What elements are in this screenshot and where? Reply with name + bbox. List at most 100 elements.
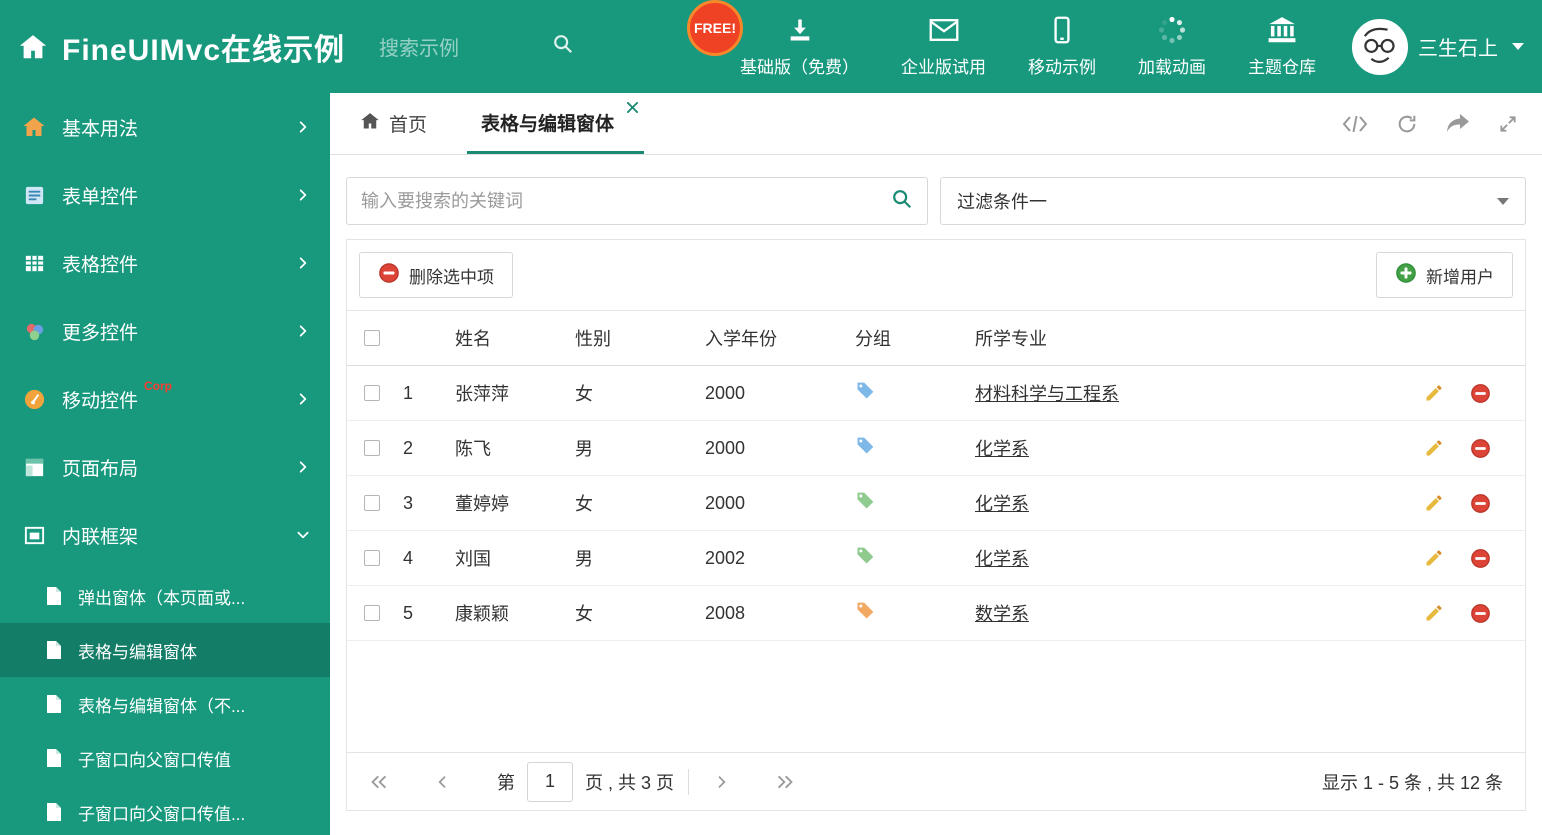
edit-icon[interactable] xyxy=(1424,438,1444,459)
sidebar-item-label: 页面布局 xyxy=(62,458,139,480)
download-icon xyxy=(786,15,814,45)
home-icon[interactable] xyxy=(18,32,48,62)
row-checkbox[interactable] xyxy=(364,495,380,511)
sidebar-subitem-grid-edit-window-2[interactable]: 表格与编辑窗体（不... xyxy=(0,677,330,731)
major-link[interactable]: 化学系 xyxy=(975,494,1029,514)
chevron-right-icon xyxy=(296,120,310,134)
tag-icon[interactable] xyxy=(855,381,875,401)
home-icon xyxy=(360,111,380,137)
major-link[interactable]: 化学系 xyxy=(975,439,1029,459)
page-number-input[interactable] xyxy=(527,761,573,802)
column-header-year: 入学年份 xyxy=(705,329,777,349)
tab-toolbar xyxy=(1342,93,1542,154)
sidebar-subitem-label: 弹出窗体（本页面或... xyxy=(78,588,246,608)
sidebar-item-label: 基本用法 xyxy=(62,118,139,140)
edit-icon[interactable] xyxy=(1424,603,1444,624)
sidebar-item-page-layout[interactable]: 页面布局 xyxy=(0,433,330,501)
column-header-major: 所学专业 xyxy=(975,329,1047,349)
sidebar-item-basic-usage[interactable]: 基本用法 xyxy=(0,93,330,161)
close-icon[interactable] xyxy=(627,102,639,113)
table-row: 4 刘国 男 2002 化学系 xyxy=(347,531,1525,586)
major-link[interactable]: 数学系 xyxy=(975,604,1029,624)
tag-icon[interactable] xyxy=(855,491,875,511)
chevron-right-icon xyxy=(296,188,310,202)
row-checkbox[interactable] xyxy=(364,605,380,621)
cell-year: 2000 xyxy=(705,382,746,403)
search-icon[interactable] xyxy=(891,188,913,215)
fullscreen-icon[interactable] xyxy=(1498,114,1518,134)
sidebar-subitem-label: 表格与编辑窗体（不... xyxy=(78,696,246,716)
edit-icon[interactable] xyxy=(1424,493,1444,514)
tab-home[interactable]: 首页 xyxy=(346,93,441,154)
delete-icon[interactable] xyxy=(1470,548,1491,569)
row-checkbox[interactable] xyxy=(364,385,380,401)
delete-selected-button[interactable]: 删除选中项 xyxy=(359,252,513,298)
major-link[interactable]: 化学系 xyxy=(975,549,1029,569)
sidebar-item-label: 表单控件 xyxy=(62,186,139,208)
delete-icon[interactable] xyxy=(1470,383,1491,404)
header-search[interactable]: 搜索示例 xyxy=(379,32,574,61)
row-checkbox[interactable] xyxy=(364,440,380,456)
nav-loading-animation[interactable]: 加载动画 xyxy=(1138,15,1206,78)
frame-icon xyxy=(20,524,48,547)
row-index: 4 xyxy=(403,547,414,568)
next-page-icon[interactable] xyxy=(713,773,729,791)
delete-icon[interactable] xyxy=(1470,493,1491,514)
source-code-icon[interactable] xyxy=(1342,114,1368,134)
refresh-icon[interactable] xyxy=(1396,113,1418,135)
sidebar-subitem-grid-edit-window[interactable]: 表格与编辑窗体 xyxy=(0,623,330,677)
filter-dropdown[interactable]: 过滤条件一 xyxy=(940,177,1526,225)
table-header-row: 姓名 性别 入学年份 分组 所学专业 xyxy=(347,310,1525,366)
header-nav: 基础版（免费） 企业版试用 移动示例 加载动画 主题仓库 xyxy=(740,15,1316,78)
plus-circle-icon xyxy=(1395,262,1417,289)
nav-enterprise-trial[interactable]: 企业版试用 xyxy=(901,15,986,78)
sidebar-subitem-label: 子窗口向父窗口传值... xyxy=(78,804,246,824)
cell-name: 康颖颖 xyxy=(455,604,509,624)
sidebar-item-iframe[interactable]: 内联框架 xyxy=(0,501,330,569)
last-page-icon[interactable] xyxy=(775,773,795,791)
layout-icon xyxy=(20,456,48,479)
nav-basic-free[interactable]: 基础版（免费） xyxy=(740,15,859,78)
sidebar-item-more-controls[interactable]: 更多控件 xyxy=(0,297,330,365)
select-all-checkbox[interactable] xyxy=(364,330,380,346)
column-header-gender: 性别 xyxy=(575,329,611,349)
free-badge: FREE! xyxy=(687,0,743,56)
keyword-search-input[interactable] xyxy=(361,190,881,212)
sidebar-subitem-child-to-parent-2[interactable]: 子窗口向父窗口传值... xyxy=(0,785,330,835)
nav-label: 企业版试用 xyxy=(901,58,986,77)
tag-icon[interactable] xyxy=(855,436,875,456)
delete-icon[interactable] xyxy=(1470,603,1491,624)
sidebar-item-grid-controls[interactable]: 表格控件 xyxy=(0,229,330,297)
search-icon[interactable] xyxy=(552,33,574,61)
delete-icon[interactable] xyxy=(1470,438,1491,459)
file-icon xyxy=(46,640,66,660)
user-menu[interactable]: 三生石上 xyxy=(1352,18,1524,75)
cell-name: 陈飞 xyxy=(455,439,491,459)
major-link[interactable]: 材料科学与工程系 xyxy=(975,384,1119,404)
tag-icon[interactable] xyxy=(855,601,875,621)
add-user-button[interactable]: 新增用户 xyxy=(1376,252,1513,298)
sidebar-subitem-child-to-parent[interactable]: 子窗口向父窗口传值 xyxy=(0,731,330,785)
share-icon[interactable] xyxy=(1446,113,1470,134)
cell-name: 刘国 xyxy=(455,549,491,569)
sidebar-item-form-controls[interactable]: 表单控件 xyxy=(0,161,330,229)
sidebar-subitem-popup-window[interactable]: 弹出窗体（本页面或... xyxy=(0,569,330,623)
edit-icon[interactable] xyxy=(1424,383,1444,404)
home-icon xyxy=(20,115,48,139)
row-checkbox[interactable] xyxy=(364,550,380,566)
sidebar-item-mobile-controls[interactable]: 移动控件 Corp xyxy=(0,365,330,433)
cell-year: 2008 xyxy=(705,602,746,623)
nav-mobile-demo[interactable]: 移动示例 xyxy=(1028,15,1096,78)
tab-bar: 首页 表格与编辑窗体 xyxy=(330,93,1542,155)
chevron-right-icon xyxy=(296,324,310,338)
first-page-icon[interactable] xyxy=(369,773,389,791)
tab-grid-edit-window[interactable]: 表格与编辑窗体 xyxy=(467,93,645,154)
nav-label: 加载动画 xyxy=(1138,58,1206,77)
prev-page-icon[interactable] xyxy=(435,773,451,791)
tag-icon[interactable] xyxy=(855,546,875,566)
table-row: 3 董婷婷 女 2000 化学系 xyxy=(347,476,1525,531)
filter-dropdown-value: 过滤条件一 xyxy=(957,192,1047,212)
edit-icon[interactable] xyxy=(1424,548,1444,569)
nav-theme-store[interactable]: 主题仓库 xyxy=(1248,15,1316,78)
file-icon xyxy=(46,694,66,714)
